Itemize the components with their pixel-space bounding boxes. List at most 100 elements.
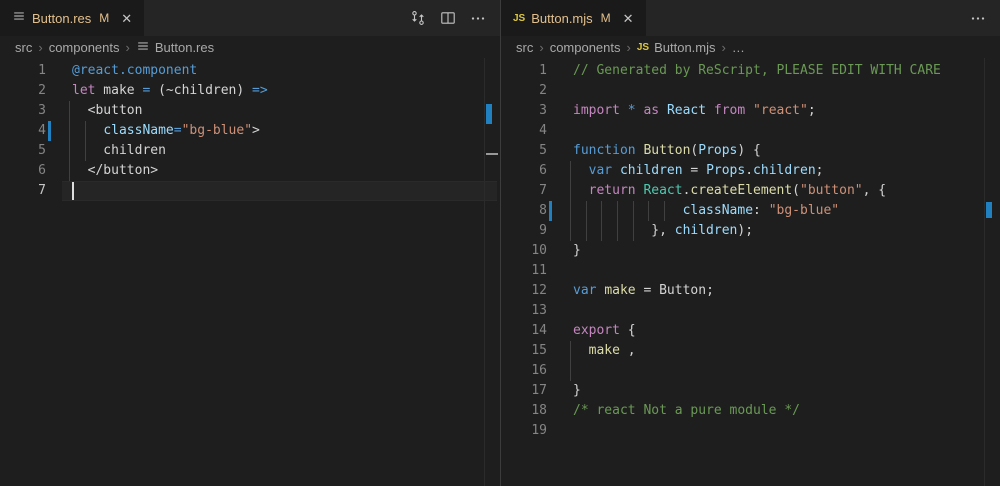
indent-guide: [617, 221, 618, 241]
line-number: 4: [0, 121, 46, 141]
line-content: [573, 121, 1000, 141]
split-editor-icon[interactable]: [440, 10, 456, 26]
editor-left[interactable]: 1@react.component2let make = (~children)…: [0, 58, 500, 486]
code-line[interactable]: 11: [501, 261, 1000, 281]
code-line[interactable]: 6 var children = Props.children;: [501, 161, 1000, 181]
code-line[interactable]: 2: [501, 81, 1000, 101]
code-line[interactable]: 19: [501, 421, 1000, 441]
code-token: "button": [800, 183, 863, 198]
indent-guide: [570, 361, 571, 381]
tab-label: Button.res: [32, 11, 91, 26]
breadcrumb-file[interactable]: Button.res: [155, 40, 214, 55]
code-line[interactable]: 7 return React.createElement("button", {: [501, 181, 1000, 201]
code-token: React: [667, 103, 714, 118]
line-number: 1: [0, 61, 46, 81]
code-token: "bg-blue": [182, 123, 252, 138]
code-token: ;: [816, 163, 824, 178]
line-content: children: [72, 141, 500, 161]
tab-label: Button.mjs: [531, 11, 592, 26]
code-line[interactable]: 3 <button: [0, 101, 500, 121]
indent-guide: [586, 201, 587, 221]
code-line[interactable]: 4 className="bg-blue">: [0, 121, 500, 141]
indent-guide: [69, 141, 70, 161]
editor-group-left: Button.res M ✕ src›components›Button.res 1…: [0, 0, 500, 486]
more-actions-icon[interactable]: [470, 10, 486, 26]
editor-group-right: JSButton.mjsM✕ src›components›JSButton.m…: [500, 0, 1000, 486]
breadcrumb-item[interactable]: components: [49, 40, 120, 55]
tab-bar-right: JSButton.mjsM✕: [501, 0, 1000, 36]
code-token: Button: [643, 143, 690, 158]
code-token: }: [573, 243, 581, 258]
code-token: let: [72, 83, 95, 98]
line-number: 6: [0, 161, 46, 181]
line-content: [573, 81, 1000, 101]
code-token: [72, 123, 103, 138]
code-line[interactable]: 5function Button(Props) {: [501, 141, 1000, 161]
code-token: },: [573, 223, 675, 238]
breadcrumb-file[interactable]: Button.mjs: [654, 40, 715, 55]
gutter-modified-marker: [549, 201, 552, 221]
line-content: let make = (~children) =>: [72, 81, 500, 101]
line-content: return React.createElement("button", {: [573, 181, 1000, 201]
line-number: 7: [0, 181, 46, 201]
code-line[interactable]: 13: [501, 301, 1000, 321]
code-line[interactable]: 9 }, children);: [501, 221, 1000, 241]
vscode-window: Button.res M ✕ src›components›Button.res 1…: [0, 0, 1000, 486]
code-token: }: [573, 383, 581, 398]
file-icon: [136, 39, 150, 56]
code-line[interactable]: 4: [501, 121, 1000, 141]
code-token: "bg-blue": [769, 203, 839, 218]
gutter-modified-marker: [48, 121, 51, 141]
line-number: 6: [501, 161, 547, 181]
code-line[interactable]: 3import * as React from "react";: [501, 101, 1000, 121]
code-line[interactable]: 7: [0, 181, 500, 201]
breadcrumb-item[interactable]: components: [550, 40, 621, 55]
file-icon: [12, 9, 26, 28]
code-token: >: [252, 123, 260, 138]
line-number: 8: [501, 201, 547, 221]
breadcrumb-item[interactable]: src: [516, 40, 533, 55]
line-content: </button>: [72, 161, 500, 181]
indent-guide: [85, 121, 86, 141]
code-token: (~children): [150, 83, 252, 98]
line-content: [573, 301, 1000, 321]
code-token: .: [745, 163, 753, 178]
line-content: <button: [72, 101, 500, 121]
code-line[interactable]: 15 make ,: [501, 341, 1000, 361]
code-token: make: [95, 83, 142, 98]
line-number: 5: [501, 141, 547, 161]
modified-badge: M: [99, 11, 109, 25]
breadcrumb-symbol[interactable]: …: [732, 40, 745, 55]
line-content: }, children);: [573, 221, 1000, 241]
code-line[interactable]: 6 </button>: [0, 161, 500, 181]
code-token: make: [604, 283, 643, 298]
close-icon[interactable]: ✕: [121, 12, 132, 25]
code-line[interactable]: 2let make = (~children) =>: [0, 81, 500, 101]
indent-guide: [570, 161, 571, 181]
code-token: </button>: [72, 163, 158, 178]
breadcrumb-left: src›components›Button.res: [0, 36, 500, 58]
code-line[interactable]: 18/* react Not a pure module */: [501, 401, 1000, 421]
tab-button-res[interactable]: Button.res M ✕: [0, 0, 144, 36]
indent-guide: [570, 221, 571, 241]
code-token: );: [737, 223, 753, 238]
git-compare-icon[interactable]: [410, 10, 426, 26]
code-line[interactable]: 8 className: "bg-blue": [501, 201, 1000, 221]
indent-guide: [570, 201, 571, 221]
code-line[interactable]: 12var make = Button;: [501, 281, 1000, 301]
code-line[interactable]: 1// Generated by ReScript, PLEASE EDIT W…: [501, 61, 1000, 81]
line-number: 4: [501, 121, 547, 141]
code-line[interactable]: 17}: [501, 381, 1000, 401]
editor-right[interactable]: 1// Generated by ReScript, PLEASE EDIT W…: [501, 58, 1000, 486]
close-icon[interactable]: ✕: [623, 12, 634, 25]
more-actions-icon[interactable]: [970, 10, 986, 26]
line-number: 10: [501, 241, 547, 261]
tab-button-mjs[interactable]: JSButton.mjsM✕: [501, 0, 646, 36]
code-line[interactable]: 10}: [501, 241, 1000, 261]
breadcrumb-item[interactable]: src: [15, 40, 32, 55]
code-line[interactable]: 14export {: [501, 321, 1000, 341]
code-line[interactable]: 1@react.component: [0, 61, 500, 81]
line-number: 16: [501, 361, 547, 381]
code-line[interactable]: 16: [501, 361, 1000, 381]
code-line[interactable]: 5 children: [0, 141, 500, 161]
